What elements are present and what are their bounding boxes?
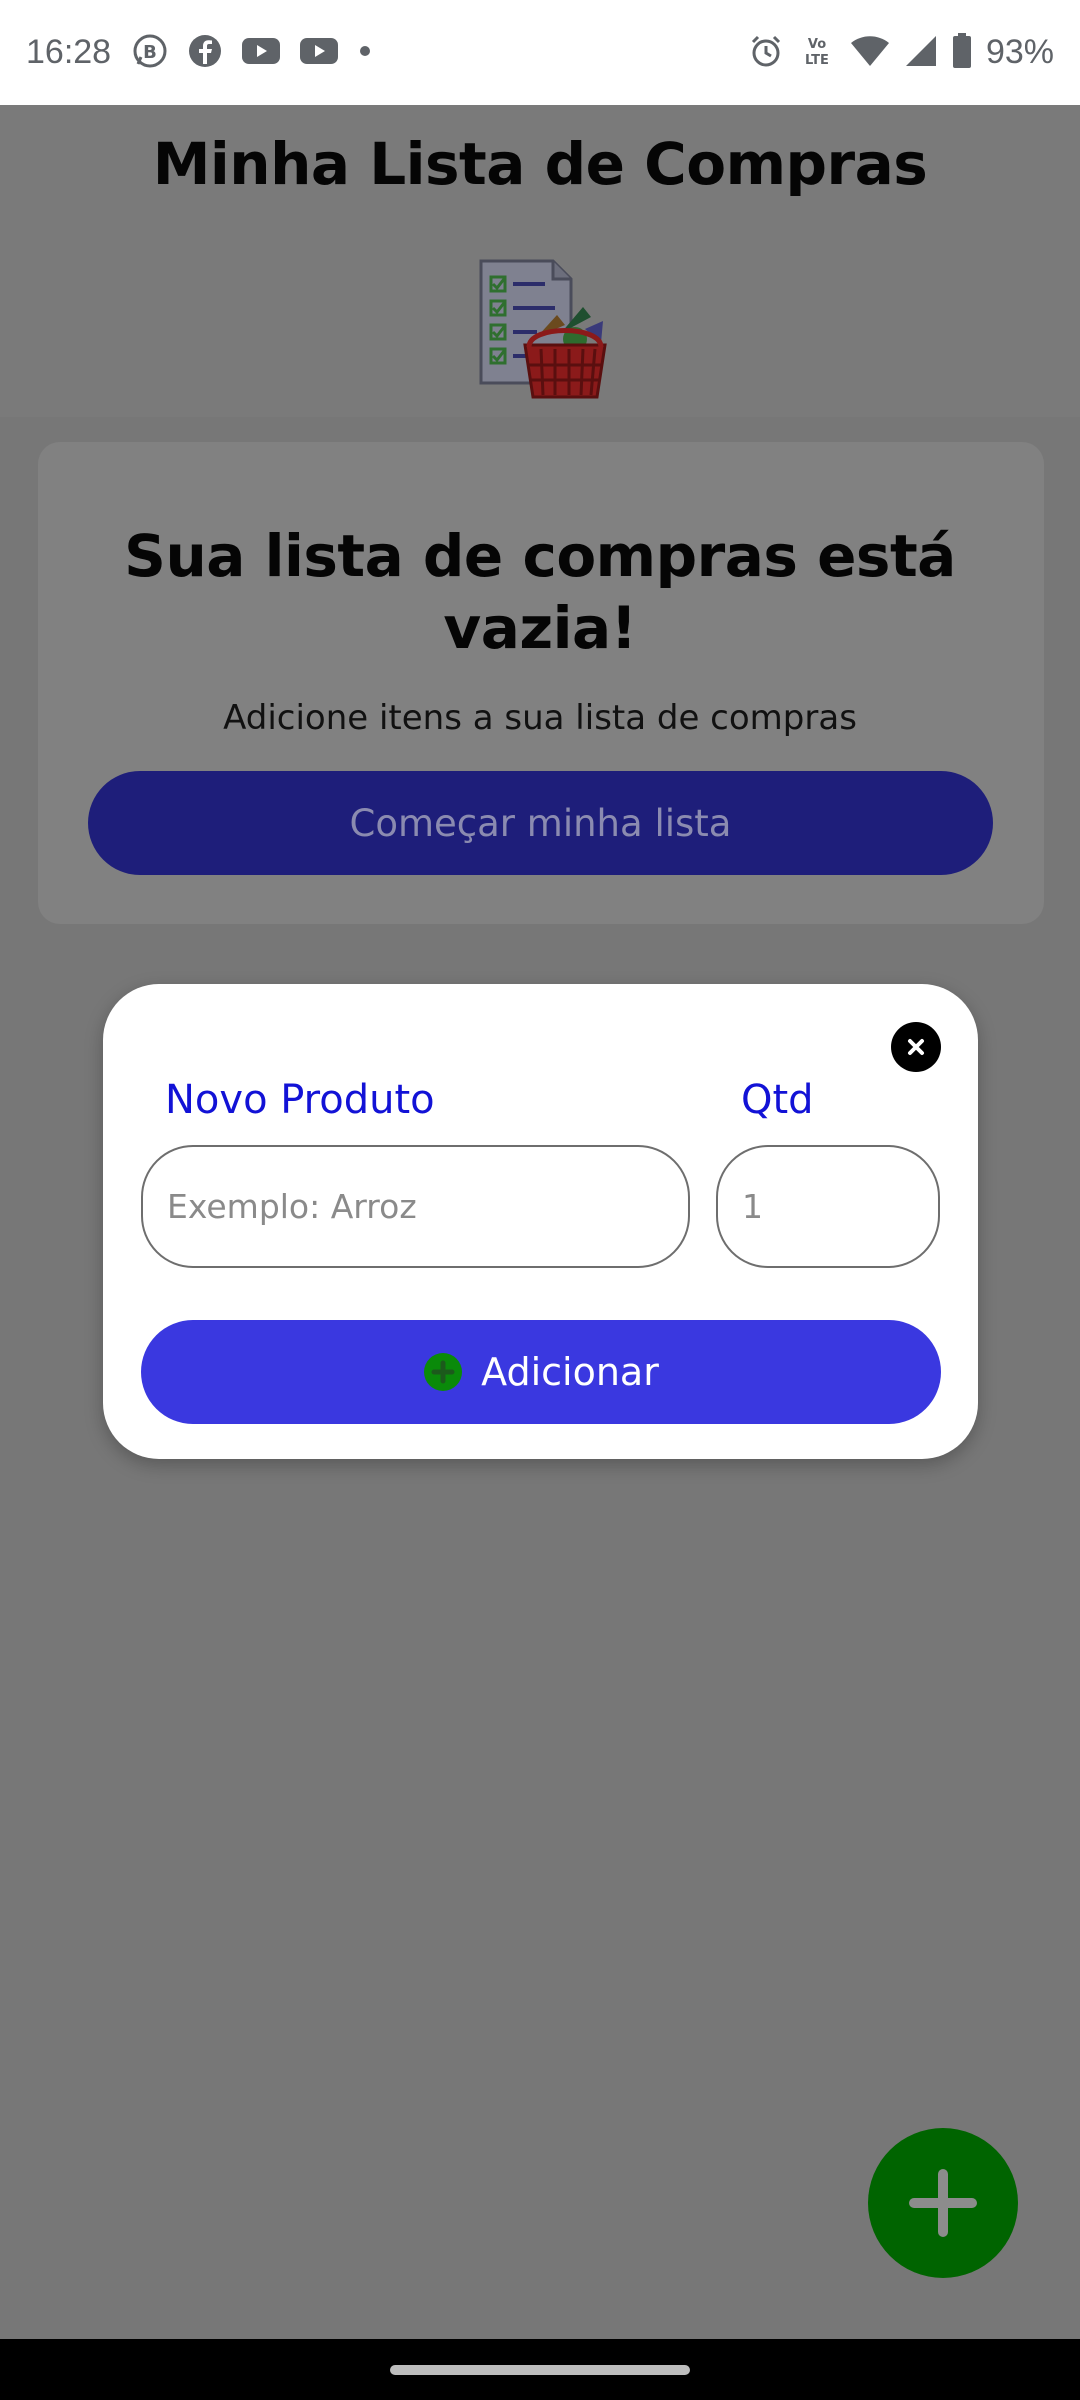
notification-icons: B <box>131 32 373 74</box>
app-title: Minha Lista de Compras <box>152 130 928 198</box>
svg-text:Vo: Vo <box>808 37 826 52</box>
youtube-icon <box>299 36 339 70</box>
product-name-input[interactable] <box>141 1145 690 1268</box>
alarm-icon <box>748 33 784 73</box>
plus-icon <box>909 2169 977 2237</box>
app-screen: 16:28 B Vo LTE 93% Minha Lista de Compra… <box>0 0 1080 2400</box>
wifi-icon <box>850 34 890 72</box>
add-product-button[interactable]: Adicionar <box>141 1320 941 1424</box>
empty-state-subtitle: Adicione itens a sua lista de compras <box>223 698 857 738</box>
battery-icon <box>952 32 972 73</box>
empty-state-title: Sua lista de compras está vazia! <box>124 522 956 662</box>
volte-icon: Vo LTE <box>798 33 836 73</box>
whatsapp-business-icon: B <box>131 32 169 74</box>
product-label: Novo Produto <box>165 1077 435 1123</box>
dot-icon <box>357 43 373 63</box>
youtube-icon <box>241 36 281 70</box>
add-fab-button[interactable] <box>868 2128 1018 2278</box>
system-icons: Vo LTE 93% <box>748 32 1054 73</box>
start-list-button[interactable]: Começar minha lista <box>88 771 993 875</box>
close-icon <box>908 1039 924 1055</box>
shopping-list-basket-icon <box>475 255 615 405</box>
svg-text:LTE: LTE <box>805 53 829 68</box>
quantity-label: Qtd <box>741 1077 814 1123</box>
facebook-icon <box>187 33 223 73</box>
status-time: 16:28 <box>26 33 112 71</box>
add-button-label: Adicionar <box>481 1350 659 1394</box>
battery-percentage: 93% <box>985 33 1054 71</box>
close-modal-button[interactable] <box>891 1022 941 1072</box>
svg-text:B: B <box>143 42 157 63</box>
quantity-input[interactable] <box>716 1145 940 1268</box>
status-bar: 16:28 B Vo LTE 93% <box>0 0 1080 105</box>
signal-icon <box>904 34 938 72</box>
home-indicator[interactable] <box>390 2365 690 2375</box>
plus-circle-icon <box>423 1352 463 1392</box>
